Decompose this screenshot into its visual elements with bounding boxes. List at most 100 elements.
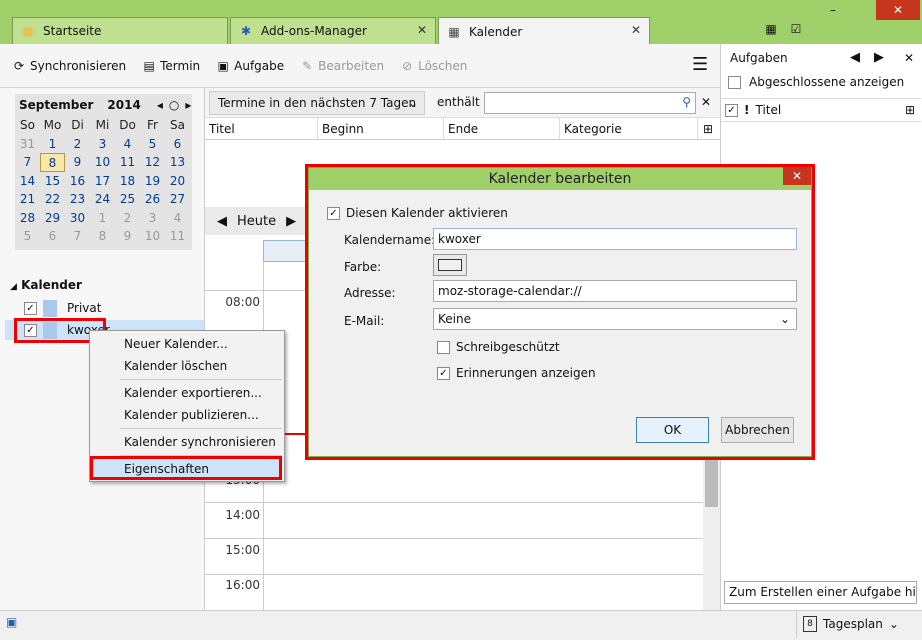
day-cell[interactable]: 3 <box>90 135 115 154</box>
tab-startseite[interactable]: ■ Startseite <box>12 17 228 44</box>
day-cell[interactable]: 29 <box>40 209 65 228</box>
day-cell[interactable]: 28 <box>15 209 40 228</box>
day-cell[interactable]: 26 <box>140 190 165 209</box>
day-cell[interactable]: 18 <box>115 172 140 191</box>
day-cell[interactable]: 3 <box>140 209 165 228</box>
day-cell[interactable]: 5 <box>140 135 165 154</box>
task-title-header[interactable]: Titel <box>755 103 781 117</box>
column-picker-icon[interactable]: ⊞ <box>905 103 915 117</box>
chevron-down-icon: ⌄ <box>407 96 418 110</box>
sync-button[interactable]: ⟳ Synchronisieren <box>12 59 126 73</box>
prev-icon[interactable]: ◀ <box>850 50 860 65</box>
close-pane-icon[interactable]: ✕ <box>904 51 914 65</box>
network-status-icon[interactable]: ▣ <box>6 615 17 629</box>
day-cell[interactable]: 8 <box>90 227 115 246</box>
menu-item-export[interactable]: Kalender exportieren... <box>124 386 262 400</box>
show-completed-checkbox[interactable] <box>728 75 741 89</box>
menu-separator <box>120 379 282 380</box>
day-cell[interactable]: 9 <box>65 153 90 172</box>
day-cell[interactable]: 9 <box>115 227 140 246</box>
chevron-down-icon: ⌄ <box>888 617 899 631</box>
day-cell[interactable]: 4 <box>115 135 140 154</box>
menu-item-delete-calendar[interactable]: Kalender löschen <box>124 359 227 373</box>
day-cell[interactable]: 11 <box>165 227 190 246</box>
new-task-button[interactable]: ▣ Aufgabe <box>216 59 284 73</box>
day-cell[interactable]: 2 <box>115 209 140 228</box>
today-icon[interactable]: ○ <box>169 98 179 112</box>
day-cell[interactable]: 4 <box>165 209 190 228</box>
search-input[interactable]: ⚲ <box>484 92 696 114</box>
day-cell[interactable]: 5 <box>15 227 40 246</box>
day-cell[interactable]: 30 <box>65 209 90 228</box>
tab-label: Add-ons-Manager <box>261 24 367 38</box>
minimize-button[interactable]: – <box>820 0 846 20</box>
day-cell[interactable]: 6 <box>40 227 65 246</box>
day-cell[interactable]: 7 <box>15 153 40 172</box>
delete-button[interactable]: ⊘ Löschen <box>400 59 467 73</box>
day-cell[interactable]: 25 <box>115 190 140 209</box>
day-cell[interactable]: 6 <box>165 135 190 154</box>
day-cell[interactable]: 22 <box>40 190 65 209</box>
day-cell[interactable]: 10 <box>140 227 165 246</box>
day-cell[interactable]: 2 <box>65 135 90 154</box>
menu-item-new-calendar[interactable]: Neuer Kalender... <box>124 337 228 351</box>
close-tab-icon[interactable]: ✕ <box>631 23 641 37</box>
edit-button[interactable]: ✎ Bearbeiten <box>300 59 384 73</box>
calendar-color-swatch <box>43 299 57 317</box>
day-cell[interactable]: 14 <box>15 172 40 191</box>
menu-item-sync[interactable]: Kalender synchronisieren <box>124 435 276 449</box>
menu-icon[interactable]: ☰ <box>692 54 708 75</box>
day-cell[interactable]: 1 <box>90 209 115 228</box>
day-cell[interactable]: 19 <box>140 172 165 191</box>
new-event-button[interactable]: ▤ Termin <box>142 59 200 73</box>
day-cell[interactable]: 16 <box>65 172 90 191</box>
day-cell[interactable]: 13 <box>165 153 190 172</box>
scrollbar-thumb[interactable] <box>705 455 718 507</box>
task-done-column-icon[interactable]: ✓ <box>725 103 738 117</box>
tab-kalender[interactable]: ▦ Kalender ✕ <box>438 17 650 45</box>
day-cell[interactable]: 11 <box>115 153 140 172</box>
day-cell[interactable]: 12 <box>140 153 165 172</box>
day-cell[interactable]: 23 <box>65 190 90 209</box>
day-cell[interactable]: 31 <box>15 135 40 154</box>
today-button[interactable]: Heute <box>237 214 276 229</box>
day-cell[interactable]: 7 <box>65 227 90 246</box>
filter-select[interactable]: Termine in den nächsten 7 Tagen ⌄ <box>209 91 425 115</box>
next-day-icon[interactable]: ▶ <box>286 214 296 229</box>
prev-month-icon[interactable]: ◂ <box>157 98 163 112</box>
new-task-input[interactable]: Zum Erstellen einer Aufgabe hier kl <box>724 581 917 604</box>
column-header-end[interactable]: Ende <box>444 118 560 139</box>
calendar-checkbox[interactable]: ✓ <box>24 301 37 315</box>
priority-icon[interactable]: ! <box>744 103 749 117</box>
next-month-icon[interactable]: ▸ <box>185 98 191 112</box>
calendar-item-privat[interactable]: ✓ Privat <box>10 298 204 318</box>
day-cell[interactable]: 15 <box>40 172 65 191</box>
day-cell[interactable]: 24 <box>90 190 115 209</box>
day-cell[interactable]: 8 <box>40 153 65 172</box>
tasks-tab-icon[interactable]: ☑ <box>789 22 803 36</box>
close-filter-icon[interactable]: ✕ <box>701 95 711 109</box>
show-completed-toggle[interactable]: Abgeschlossene anzeigen <box>728 75 904 89</box>
calendar-heading-label: Kalender <box>21 278 82 292</box>
day-cell[interactable]: 10 <box>90 153 115 172</box>
day-cell[interactable]: 27 <box>165 190 190 209</box>
close-tab-icon[interactable]: ✕ <box>417 23 427 37</box>
tab-addons[interactable]: ✱ Add-ons-Manager ✕ <box>230 17 436 44</box>
column-picker-icon[interactable]: ⊞ <box>698 118 718 139</box>
menu-item-publish[interactable]: Kalender publizieren... <box>124 408 259 422</box>
day-cell[interactable]: 21 <box>15 190 40 209</box>
day-cell[interactable]: 17 <box>90 172 115 191</box>
next-icon[interactable]: ▶ <box>874 50 884 65</box>
weekday-label: So <box>20 118 35 132</box>
pencil-icon: ✎ <box>302 58 313 73</box>
calendar-tab-icon[interactable]: ▦ <box>764 22 778 36</box>
collapse-icon[interactable]: ◢ <box>10 282 17 292</box>
day-cell[interactable]: 1 <box>40 135 65 154</box>
day-cell[interactable]: 20 <box>165 172 190 191</box>
today-pane-toggle[interactable]: 8 Tagesplan ⌄ <box>796 610 906 638</box>
prev-day-icon[interactable]: ◀ <box>217 214 227 229</box>
column-header-start[interactable]: Beginn <box>318 118 444 139</box>
column-header-category[interactable]: Kategorie <box>560 118 698 139</box>
column-header-title[interactable]: Titel <box>205 118 318 139</box>
close-window-button[interactable]: ✕ <box>876 0 920 20</box>
